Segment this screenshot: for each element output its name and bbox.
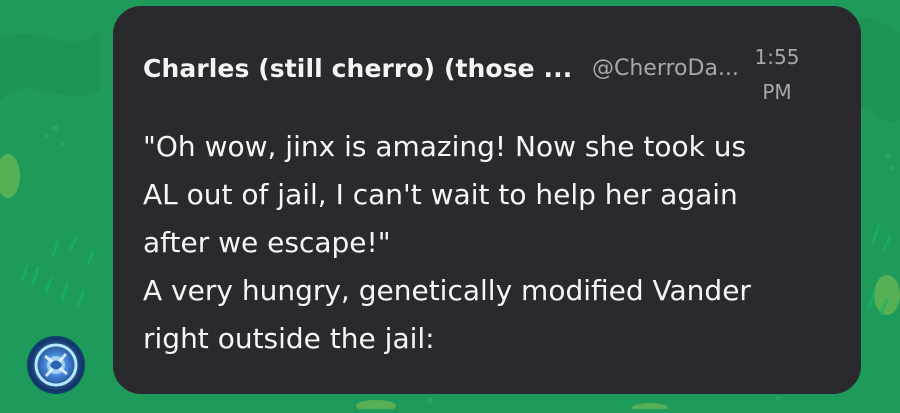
message-line: "Oh wow, jinx is amazing! Now she took u…: [143, 130, 747, 163]
message-line: after we escape!": [143, 226, 391, 259]
timestamp-meridiem: PM: [762, 80, 792, 104]
author-name[interactable]: Charles (still cherro) (those ...: [143, 54, 572, 83]
message-line: AL out of jail, I can't wait to help her…: [143, 178, 738, 211]
message-timestamp: 1:55 PM: [732, 40, 822, 110]
message-card: Charles (still cherro) (those ... @Cherr…: [113, 6, 861, 394]
message-line: right outside the jail:: [143, 322, 435, 355]
user-avatar[interactable]: [27, 336, 85, 394]
timestamp-time: 1:55: [754, 45, 800, 69]
message-line: A very hungry, genetically modified Vand…: [143, 274, 751, 307]
author-handle[interactable]: @CherroDa...: [592, 56, 739, 81]
user-avatar-icon: [29, 338, 83, 392]
message-body: "Oh wow, jinx is amazing! Now she took u…: [143, 123, 843, 363]
